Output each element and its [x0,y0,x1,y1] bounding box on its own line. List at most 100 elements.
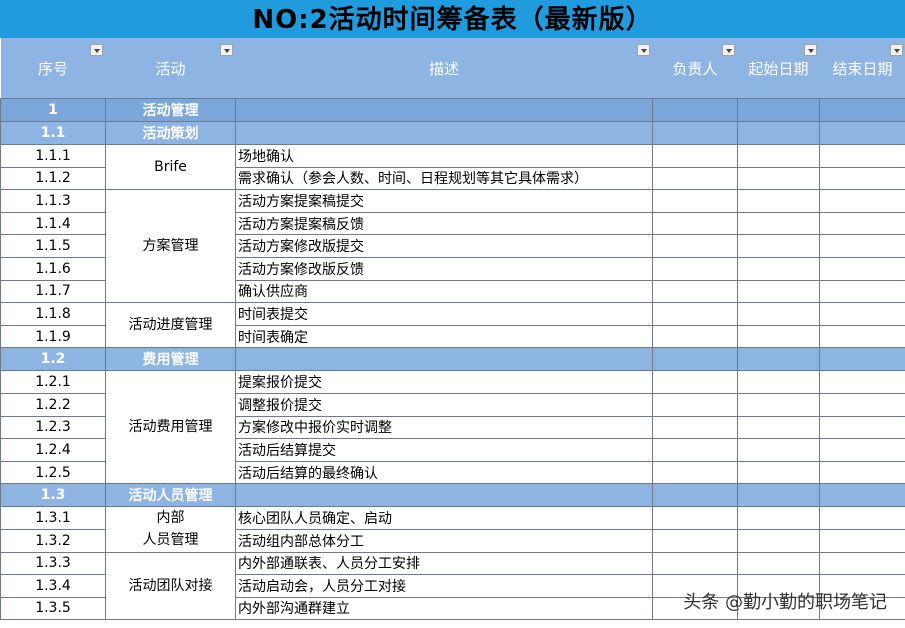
desc-cell: 活动方案修改版提交 [235,234,653,258]
owner-cell[interactable] [652,392,738,417]
owner-cell[interactable] [652,370,738,394]
end-date-cell[interactable] [819,234,905,258]
start-date-cell[interactable] [737,256,820,281]
end-date-cell[interactable] [819,392,905,417]
owner-cell[interactable] [652,438,738,462]
header-row: 序号 活动 描述 负责人 起始日期 结束日期 [0,38,905,99]
desc-cell: 活动组内部总体分工 [235,528,653,553]
row-number: 1.2.3 [0,415,106,440]
section-name: 活动人员管理 [105,483,236,508]
end-date-cell[interactable] [819,551,905,576]
owner-cell[interactable] [652,506,738,530]
section-row: 1.2 费用管理 [0,347,905,372]
start-date-cell[interactable] [737,370,820,394]
end-date-cell[interactable] [819,302,905,326]
owner-cell[interactable] [652,528,738,553]
owner-cell[interactable] [652,551,738,576]
row-number: 1.3.1 [0,506,106,530]
table-row: 1.3.1 内部 人员管理 核心团队人员确定、启动 [0,506,905,553]
start-date-cell[interactable] [737,551,820,576]
row-number: 1.2.2 [0,392,106,417]
owner-cell[interactable] [652,166,738,191]
filter-dropdown-icon[interactable] [803,44,817,56]
end-date-cell[interactable] [819,460,905,485]
filter-dropdown-icon[interactable] [219,44,233,56]
filter-dropdown-icon[interactable] [636,44,650,56]
end-date-cell[interactable] [819,279,905,304]
schedule-table: 序号 活动 描述 负责人 起始日期 结束日期 1 活动管理 1.1 活动策划 1… [0,38,905,621]
row-number: 1.3.4 [0,574,106,598]
spreadsheet: NO:2活动时间筹备表（最新版） 序号 活动 描述 负责人 起始日期 结束日期 … [0,0,905,628]
owner-cell[interactable] [652,144,738,168]
start-date-cell[interactable] [737,144,820,168]
activity-cell: 活动团队对接 [105,551,236,621]
desc-cell: 活动后结算的最终确认 [235,460,653,485]
desc-cell: 确认供应商 [235,279,653,304]
owner-cell[interactable] [652,211,738,236]
start-date-cell[interactable] [737,506,820,530]
table-row: 1.1.3 方案管理 活动方案提案稿提交 [0,189,905,304]
end-date-cell[interactable] [819,144,905,168]
section-number: 1 [0,98,106,122]
activity-cell: 方案管理 [105,189,236,304]
start-date-cell[interactable] [737,211,820,236]
owner-cell[interactable] [652,302,738,326]
start-date-cell[interactable] [737,460,820,485]
end-date-cell[interactable] [819,189,905,213]
start-date-cell[interactable] [737,438,820,462]
end-date-cell[interactable] [819,438,905,462]
row-number: 1.1.8 [0,302,106,326]
row-number: 1.3.5 [0,596,106,621]
row-number: 1.2.4 [0,438,106,462]
row-number: 1.1.4 [0,211,106,236]
owner-cell[interactable] [652,234,738,258]
end-date-cell[interactable] [819,370,905,394]
start-date-cell[interactable] [737,302,820,326]
header-seq: 序号 [0,38,106,99]
row-number: 1.3.2 [0,528,106,553]
desc-cell: 需求确认（参会人数、时间、日程规划等其它具体需求） [235,166,653,191]
section-number: 1.1 [0,121,106,145]
start-date-cell[interactable] [737,279,820,304]
start-date-cell[interactable] [737,166,820,191]
section-row: 1.3 活动人员管理 [0,483,905,508]
owner-cell[interactable] [652,256,738,281]
start-date-cell[interactable] [737,392,820,417]
end-date-cell[interactable] [819,256,905,281]
owner-cell[interactable] [652,189,738,213]
start-date-cell[interactable] [737,324,820,349]
desc-cell: 场地确认 [235,144,653,168]
row-number: 1.2.1 [0,370,106,394]
desc-cell: 活动后结算提交 [235,438,653,462]
filter-dropdown-icon[interactable] [889,44,903,56]
end-date-cell[interactable] [819,506,905,530]
owner-cell[interactable] [652,415,738,440]
header-start: 起始日期 [737,38,820,99]
end-date-cell[interactable] [819,211,905,236]
end-date-cell[interactable] [819,166,905,191]
start-date-cell[interactable] [737,189,820,213]
desc-cell: 活动方案提案稿反馈 [235,211,653,236]
desc-cell: 核心团队人员确定、启动 [235,506,653,530]
section-row: 1.1 活动策划 [0,121,905,145]
filter-dropdown-icon[interactable] [721,44,735,56]
desc-cell: 时间表确定 [235,324,653,349]
desc-cell: 提案报价提交 [235,370,653,394]
owner-cell[interactable] [652,279,738,304]
start-date-cell[interactable] [737,234,820,258]
end-date-cell[interactable] [819,528,905,553]
owner-cell[interactable] [652,324,738,349]
end-date-cell[interactable] [819,415,905,440]
start-date-cell[interactable] [737,528,820,553]
owner-cell[interactable] [652,460,738,485]
desc-cell: 活动方案修改版反馈 [235,256,653,281]
start-date-cell[interactable] [737,415,820,440]
table-row: 1.2.1 活动费用管理 提案报价提交 [0,370,905,485]
activity-line: 内部 [156,510,185,527]
end-date-cell[interactable] [819,324,905,349]
section-name: 费用管理 [105,347,236,372]
activity-cell: Brife [105,143,236,191]
desc-cell: 活动启动会，人员分工对接 [235,574,653,598]
filter-dropdown-icon[interactable] [89,44,103,56]
row-number: 1.2.5 [0,460,106,485]
